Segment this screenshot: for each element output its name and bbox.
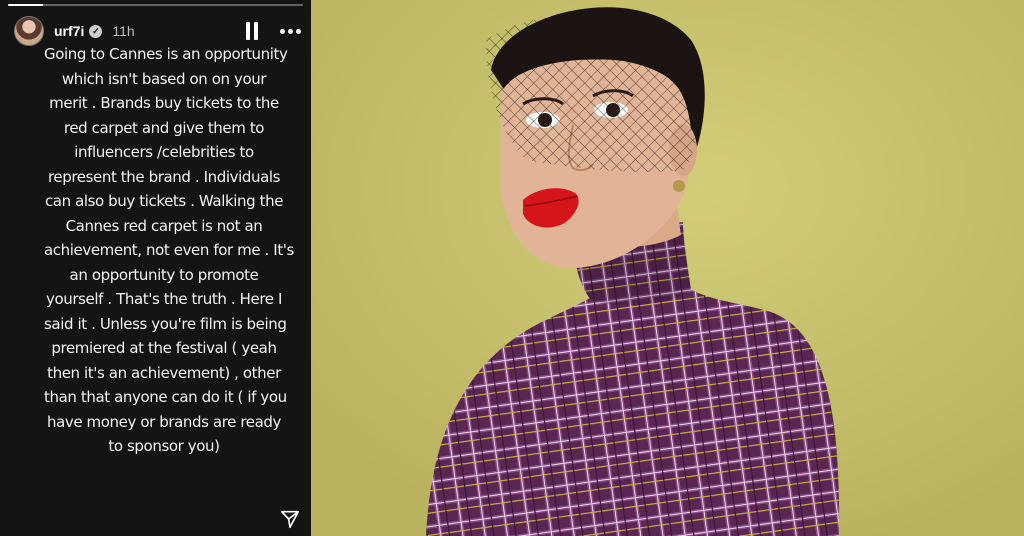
story-text-line: to sponsor you) [108,437,220,455]
story-progress-fill [8,4,44,6]
story-text-line: influencers /celebrities to [74,143,254,161]
story-text-line: than that anyone can do it ( if you [44,388,287,406]
username[interactable]: urf7i [54,23,84,39]
story-text-line: have money or brands are ready [46,412,282,431]
story-text-line: premiered at the festival ( yeah [51,339,277,357]
story-timestamp: 11h [112,23,135,39]
story-text-line: an opportunity to promote [69,265,259,284]
story-text-line: achievement, not even for me . It's [44,241,294,259]
story-text-block: Going to Cannes is an opportunity which i… [44,42,294,459]
story-text-line: then it's an achievement) , other [47,363,281,382]
story-text-line: can also buy tickets . Walking the [44,192,284,210]
story-text-line: said it . Unless you're film is being [44,314,287,333]
more-options-icon[interactable] [280,28,301,34]
story-text-line: yourself . That's the truth . Here I [46,290,282,308]
send-icon[interactable] [279,508,301,530]
story-text-line: Going to Cannes is an opportunity [44,45,288,63]
story-panel: urf7i ✓ 11h Going to Cannes is an opport… [0,0,311,536]
story-progress-bar [8,4,303,6]
story-text-line: which isn't based on on your [61,69,267,88]
story-text-line: Cannes red carpet is not an [65,216,263,235]
portrait-illustration [311,0,1024,536]
profile-avatar[interactable] [14,16,44,46]
story-text-line: red carpet and give them to [63,118,265,137]
story-text-line: merit . Brands buy tickets to the [49,94,279,112]
verified-badge-icon: ✓ [89,24,103,38]
pause-icon[interactable] [246,22,262,40]
portrait-photo [311,0,1024,536]
story-text-line: represent the brand . Individuals [47,167,281,186]
